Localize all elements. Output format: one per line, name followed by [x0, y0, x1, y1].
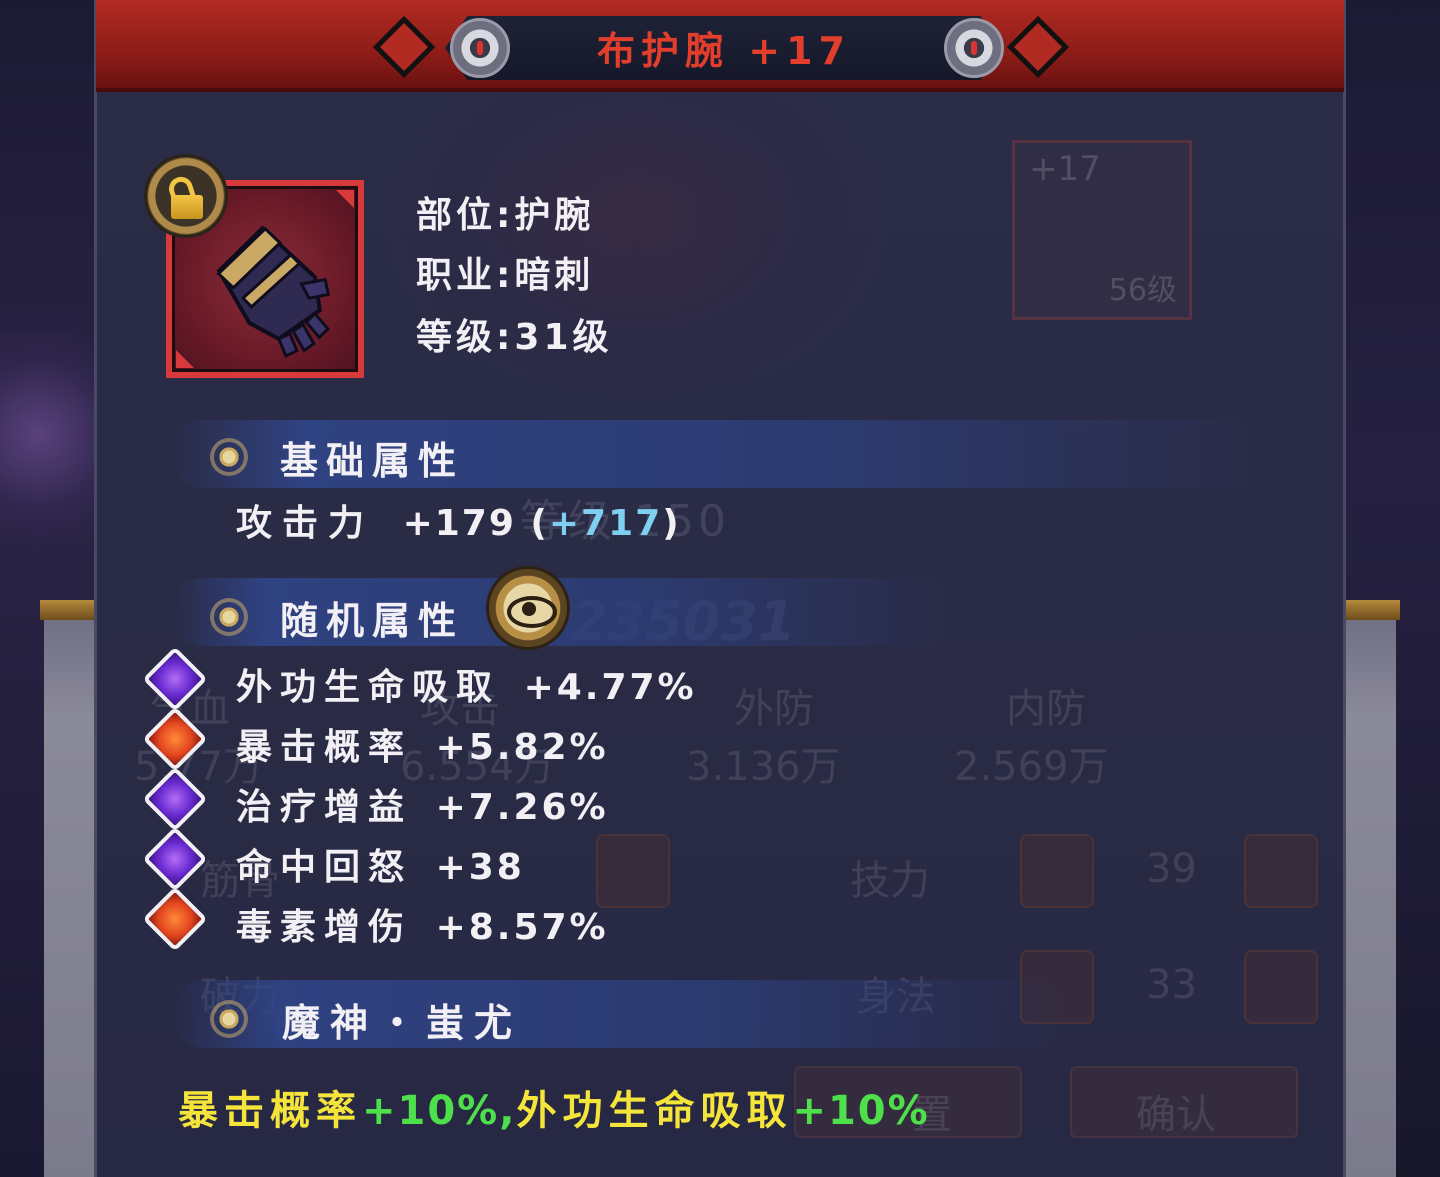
ghost-stat-int-def-value: 2.569万 [954, 744, 1109, 790]
random-stat-row: 治疗增益 +7.26% [236, 778, 609, 830]
item-level: 等级:31级 [416, 317, 613, 358]
sun-bullet-icon [214, 1004, 244, 1034]
background-rod-right [1342, 600, 1400, 620]
set-bonus-b-name: 外功生命吸取 [516, 1088, 793, 1134]
ghost-card-required-level: 56级 [1108, 273, 1177, 308]
random-stat-value: +8.57% [435, 907, 609, 948]
base-attr-title: 基础属性 [280, 439, 465, 483]
set-title: 魔神・蚩尤 [282, 1001, 523, 1045]
set-bonus-b-value: +10% [792, 1088, 930, 1134]
base-stat-bonus-open: ( [530, 503, 549, 544]
unlock-icon [171, 195, 203, 219]
base-stat-value: +179 [402, 503, 516, 544]
ghost-plus-button [596, 834, 670, 908]
background-scroll-left [44, 600, 96, 1177]
random-stat-row: 暴击概率 +5.82% [236, 718, 609, 770]
background-scroll-right [1346, 600, 1396, 1177]
lock-toggle-button[interactable] [144, 154, 228, 238]
sun-bullet-icon [214, 442, 244, 472]
ghost-attr-c-value: 39 [1146, 846, 1197, 892]
ghost-stat-ext-def: 外防 [734, 686, 814, 732]
set-bonus-line: 暴击概率+10%,外功生命吸取+10% [178, 1078, 930, 1136]
random-stat-name: 外功生命吸取 [236, 667, 501, 708]
random-stat-row: 命中回怒 +38 [236, 838, 525, 890]
item-title: 布护腕 +17 [597, 29, 851, 73]
set-bonus-a-value: +10%, [362, 1088, 517, 1134]
random-stat-value: +38 [435, 847, 525, 888]
ghost-stat-int-def: 内防 [1006, 686, 1086, 732]
item-slot: 部位:护腕 [416, 195, 595, 236]
ghost-card-level: +17 [1029, 149, 1101, 189]
sun-bullet-icon [214, 602, 244, 632]
random-stat-name: 治疗增益 [236, 787, 413, 828]
background-blossom [0, 330, 96, 590]
background-rod-left [40, 600, 98, 620]
base-stat-attack: 攻击力 +179 (+717) [236, 494, 681, 546]
ghost-minus-button [1020, 834, 1094, 908]
ghost-attr-d-value: 33 [1146, 962, 1197, 1008]
random-stat-name: 命中回怒 [236, 847, 413, 888]
random-stat-row: 外功生命吸取 +4.77% [236, 658, 697, 710]
random-stat-value: +5.82% [435, 727, 609, 768]
random-stat-name: 暴击概率 [236, 727, 413, 768]
random-attr-title: 随机属性 [280, 599, 465, 643]
ghost-plus-button [1244, 834, 1318, 908]
base-stat-bonus-close: ) [662, 503, 681, 544]
base-stat-bonus: +717 [548, 503, 663, 544]
ghost-plus-button [1244, 950, 1318, 1024]
item-class: 职业:暗刺 [416, 255, 595, 296]
eye-reveal-button[interactable] [486, 566, 570, 650]
random-stat-row: 毒素增伤 +8.57% [236, 898, 609, 950]
ghost-stat-ext-def-value: 3.136万 [686, 744, 841, 790]
random-stat-value: +4.77% [523, 667, 697, 708]
set-bonus-a-name: 暴击概率 [178, 1088, 362, 1134]
ghost-equipment-card: +17 56级 [1012, 140, 1192, 320]
ghost-confirm-label: 确认 [1136, 1092, 1216, 1138]
random-stat-name: 毒素增伤 [236, 907, 413, 948]
base-stat-name: 攻击力 [236, 503, 375, 544]
random-stat-value: +7.26% [435, 787, 609, 828]
ghost-attr-c: 技力 [850, 858, 930, 904]
